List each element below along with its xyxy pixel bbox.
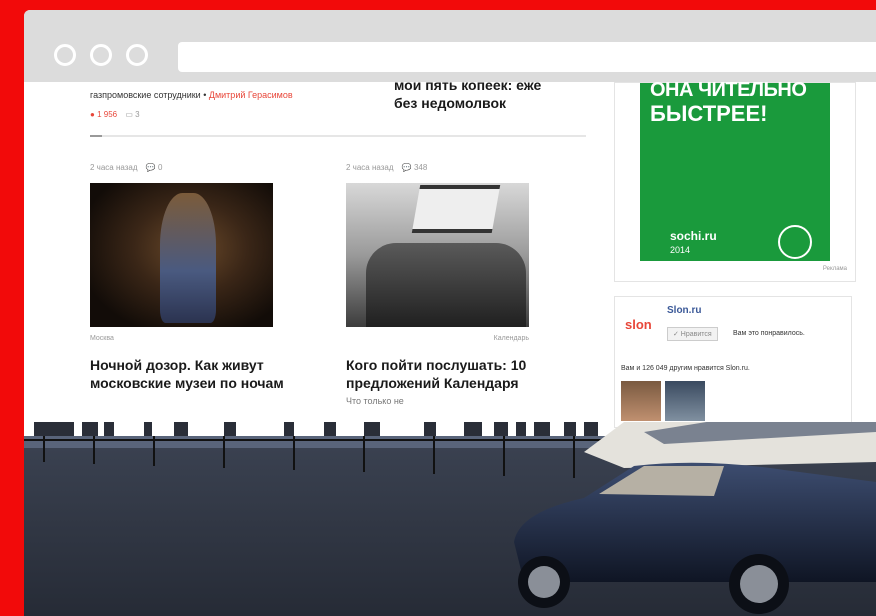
top-article-right[interactable]: мои пять копеек: еже без недомолвок [394, 76, 614, 112]
byline: газпромовские сотрудники • Дмитрий Герас… [90, 90, 360, 100]
fan-avatar[interactable] [665, 381, 705, 421]
card2-meta: 2 часа назад 💬 348 [346, 163, 427, 172]
card2-time: 2 часа назад [346, 163, 394, 172]
card1-image[interactable] [90, 183, 273, 327]
top-article-left: газпромовские сотрудники • Дмитрий Герас… [90, 90, 360, 119]
ad-banner[interactable]: ОНА ЧИТЕЛЬНО БЫСТРЕЕ! sochi.ru 2014 [640, 79, 830, 261]
card2-comments: 348 [413, 163, 428, 172]
maximize-window-button[interactable] [126, 44, 148, 66]
like-status: Вам это понравилось. [733, 330, 805, 337]
card1-meta: 2 часа назад 💬 0 [90, 163, 162, 172]
like-footer: Вам и 126 049 другим нравится Slon.ru. [621, 365, 750, 372]
ad-line2: БЫСТРЕЕ! [650, 101, 768, 126]
card1-headline[interactable]: Ночной дозор. Как живут московские музеи… [90, 356, 320, 392]
ad-container: ОНА ЧИТЕЛЬНО БЫСТРЕЕ! sochi.ru 2014 Рекл… [614, 79, 856, 282]
divider [90, 135, 586, 137]
views-count: 1 956 [97, 110, 118, 119]
comment-icon: ▭ [125, 110, 133, 119]
byline-text: газпромовские сотрудники • [90, 90, 207, 100]
like-button[interactable]: ✓ Нравится [667, 327, 718, 341]
page-link[interactable]: Slon.ru [667, 305, 701, 316]
card2-category[interactable]: Календарь [464, 335, 529, 342]
logo-icon [778, 225, 812, 259]
minimize-window-button[interactable] [90, 44, 112, 66]
author-link[interactable]: Дмитрий Герасимов [209, 90, 293, 100]
comment-icon: 💬 [145, 163, 156, 172]
promo-photo [24, 378, 876, 616]
address-bar[interactable] [178, 42, 876, 72]
card1-comments: 0 [157, 163, 163, 172]
close-window-button[interactable] [54, 44, 76, 66]
card2-image[interactable] [346, 183, 529, 327]
fan-avatar[interactable] [621, 381, 661, 421]
promo-photo-overlay [24, 378, 876, 616]
card1-time: 2 часа назад [90, 163, 138, 172]
ad-label: Реклама [822, 266, 847, 272]
card1-category[interactable]: Москва [90, 335, 114, 342]
ad-brand: sochi.ru [670, 229, 717, 243]
views-icon: ● [90, 110, 95, 119]
page-content: газпромовские сотрудники • Дмитрий Герас… [24, 77, 876, 616]
headline-line1: мои пять копеек: еже [394, 77, 542, 93]
headline-line2: без недомолвок [394, 95, 507, 111]
social-widget: slon Slon.ru ✓ Нравится Вам это понравил… [614, 296, 852, 428]
browser-window: газпромовские сотрудники • Дмитрий Герас… [24, 10, 876, 616]
comments-count: 3 [135, 110, 140, 119]
slon-logo[interactable]: slon [625, 317, 652, 332]
ad-line1: ОНА ЧИТЕЛЬНО [650, 79, 807, 101]
comment-icon: 💬 [401, 163, 412, 172]
ad-brand-sub: 2014 [670, 245, 691, 255]
browser-titlebar [24, 10, 876, 82]
card2-headline[interactable]: Кого пойти послушать: 10 предложений Кал… [346, 356, 576, 392]
card2-teaser: Что только не [346, 396, 404, 406]
